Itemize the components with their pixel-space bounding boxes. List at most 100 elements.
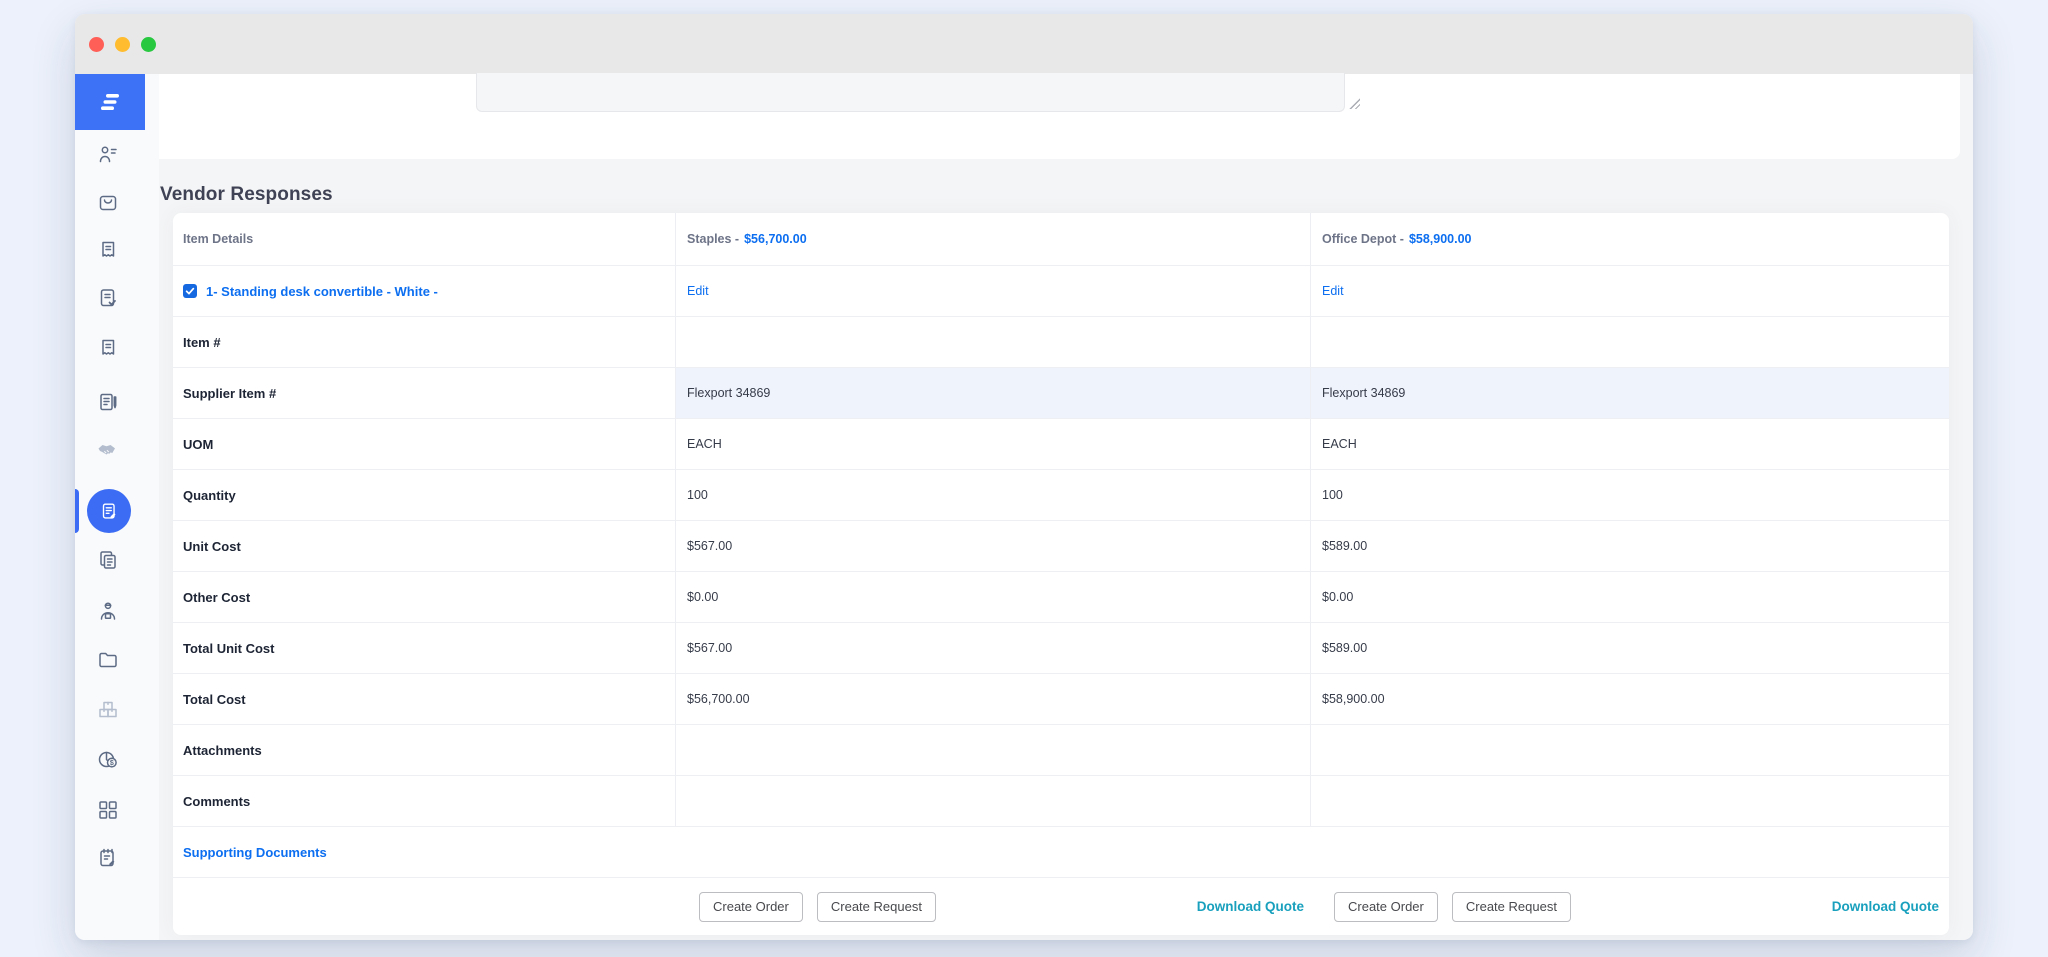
sidebar-item-pie-chart-dollar[interactable]: $ bbox=[96, 748, 120, 772]
vendor2-value: Flexport 34869 bbox=[1311, 368, 1949, 418]
spec-row: UOM EACH EACH bbox=[173, 418, 1949, 469]
vendor2-value: $589.00 bbox=[1322, 539, 1368, 553]
item-name-link[interactable]: 1- Standing desk convertible - White - bbox=[206, 284, 438, 299]
active-nav-indicator bbox=[75, 489, 79, 533]
vendor1-total: $56,700.00 bbox=[744, 232, 807, 246]
main-content: Vendor Responses Item Details Staples - … bbox=[159, 73, 1973, 940]
sidebar-item-receipt[interactable] bbox=[96, 336, 120, 360]
vendor2-value bbox=[1311, 776, 1949, 826]
spec-row: Other Cost $0.00 $0.00 bbox=[173, 571, 1949, 622]
spec-row: Supplier Item # Flexport 34869 Flexport … bbox=[173, 367, 1949, 418]
sidebar-item-apps-grid[interactable] bbox=[96, 798, 120, 822]
item-details-header: Item Details bbox=[183, 232, 254, 246]
sidebar-item-inventory-boxes[interactable] bbox=[96, 698, 120, 722]
supporting-documents-link[interactable]: Supporting Documents bbox=[183, 845, 327, 860]
vendor2-edit-link[interactable]: Edit bbox=[1322, 284, 1344, 298]
spec-row-label: Quantity bbox=[173, 470, 676, 520]
folder-icon bbox=[99, 652, 117, 668]
copy-documents-icon bbox=[100, 551, 116, 569]
vendor2-name: Office Depot - bbox=[1322, 232, 1404, 246]
document-edit-icon bbox=[102, 503, 116, 519]
sidebar-item-document-edit[interactable] bbox=[87, 489, 131, 533]
vendor2-value bbox=[1311, 317, 1949, 367]
shopping-bag-icon bbox=[99, 195, 117, 211]
comparison-header-row: Item Details Staples - $56,700.00 Office… bbox=[173, 213, 1949, 265]
sidebar-item-notepad-edit[interactable] bbox=[96, 846, 120, 870]
vendor1-create-request-button[interactable]: Create Request bbox=[816, 891, 936, 922]
sidebar-item-document-check[interactable] bbox=[96, 286, 120, 310]
sidebar-item-folder[interactable] bbox=[96, 648, 120, 672]
notepad-pen-icon bbox=[100, 393, 117, 411]
sidebar-item-handshake[interactable] bbox=[96, 439, 120, 463]
vendor2-value: 100 bbox=[1322, 488, 1343, 502]
sidebar-item-invoice[interactable] bbox=[96, 238, 120, 262]
spec-row: Quantity 100 100 bbox=[173, 469, 1949, 520]
apps-grid-icon bbox=[99, 801, 117, 819]
app-logo[interactable] bbox=[75, 74, 145, 130]
zoom-window-button[interactable] bbox=[141, 36, 156, 52]
vendor2-total: $58,900.00 bbox=[1408, 232, 1472, 246]
spec-row: Total Unit Cost $567.00 $589.00 bbox=[173, 622, 1949, 673]
notes-textarea[interactable] bbox=[476, 73, 1345, 112]
vendor1-value: $56,700.00 bbox=[676, 674, 1311, 724]
vendor1-value: $567.00 bbox=[676, 521, 1311, 571]
vendor1-value: $0.00 bbox=[676, 572, 1311, 622]
vendor1-edit-link[interactable]: Edit bbox=[687, 284, 709, 298]
spec-row-label: UOM bbox=[173, 419, 676, 469]
vendor1-download-quote-link[interactable]: Download Quote bbox=[1197, 899, 1304, 914]
vendor2-value: $589.00 bbox=[1322, 641, 1368, 655]
vendor-responses-card: Item Details Staples - $56,700.00 Office… bbox=[173, 213, 1949, 935]
window-titlebar bbox=[75, 14, 1973, 74]
page-title: Vendor Responses bbox=[160, 184, 333, 205]
check-icon bbox=[185, 287, 195, 295]
vendor1-name: Staples - bbox=[687, 232, 740, 246]
notepad-edit-icon bbox=[100, 848, 115, 867]
item-row: 1- Standing desk convertible - White - E… bbox=[173, 265, 1949, 316]
vendor1-value bbox=[676, 776, 1311, 826]
sidebar-item-shopping-bag[interactable] bbox=[96, 191, 120, 215]
vendor2-create-order-button[interactable]: Create Order bbox=[1334, 891, 1438, 922]
form-card-bottom bbox=[159, 73, 1960, 159]
sidebar-item-notepad-pen[interactable] bbox=[96, 390, 120, 414]
vendor1-value: EACH bbox=[676, 419, 1311, 469]
spec-row-label: Comments bbox=[173, 776, 676, 826]
close-window-button[interactable] bbox=[89, 36, 104, 52]
inventory-boxes-icon bbox=[99, 701, 117, 718]
users-icon bbox=[99, 146, 117, 163]
receipt-icon bbox=[102, 339, 115, 355]
spec-row: Comments bbox=[173, 775, 1949, 826]
spec-row: Attachments bbox=[173, 724, 1949, 775]
spec-row-label: Unit Cost bbox=[173, 521, 676, 571]
item-checkbox[interactable] bbox=[183, 284, 197, 298]
vendor1-create-order-button[interactable]: Create Order bbox=[699, 891, 803, 922]
vendor1-value bbox=[676, 317, 1311, 367]
vendor2-value: EACH bbox=[1322, 437, 1357, 451]
sidebar-item-delivery-person[interactable] bbox=[96, 599, 120, 623]
spec-row: Unit Cost $567.00 $589.00 bbox=[173, 520, 1949, 571]
vendor2-value bbox=[1311, 725, 1949, 775]
sidebar-item-users[interactable] bbox=[96, 143, 120, 167]
comparison-footer-row: Create Order Create Request Download Quo… bbox=[173, 877, 1949, 935]
minimize-window-button[interactable] bbox=[115, 36, 130, 52]
spec-row-label: Total Unit Cost bbox=[173, 623, 676, 673]
document-check-icon bbox=[100, 289, 116, 307]
spec-row-label: Supplier Item # bbox=[173, 368, 676, 418]
vendor1-value bbox=[676, 725, 1311, 775]
vendor1-value: $567.00 bbox=[676, 623, 1311, 673]
delivery-person-icon bbox=[100, 602, 116, 620]
vendor1-value: 100 bbox=[676, 470, 1311, 520]
sidebar-item-copy-documents[interactable] bbox=[96, 548, 120, 572]
spec-row-label: Other Cost bbox=[173, 572, 676, 622]
vendor2-create-request-button[interactable]: Create Request bbox=[1451, 891, 1571, 922]
sidebar: $ bbox=[75, 74, 159, 940]
textarea-resize-handle[interactable] bbox=[1349, 98, 1360, 109]
svg-text:$: $ bbox=[110, 760, 114, 767]
supporting-documents-row: Supporting Documents bbox=[173, 826, 1949, 877]
handshake-icon bbox=[98, 445, 115, 455]
pie-chart-dollar-icon: $ bbox=[98, 751, 117, 768]
vendor2-download-quote-link[interactable]: Download Quote bbox=[1832, 899, 1939, 914]
app-window: $ Vendor Responses Item Details Staples … bbox=[75, 14, 1973, 940]
spec-row-label: Item # bbox=[173, 317, 676, 367]
vendor2-value: $58,900.00 bbox=[1322, 692, 1385, 706]
spec-row: Total Cost $56,700.00 $58,900.00 bbox=[173, 673, 1949, 724]
